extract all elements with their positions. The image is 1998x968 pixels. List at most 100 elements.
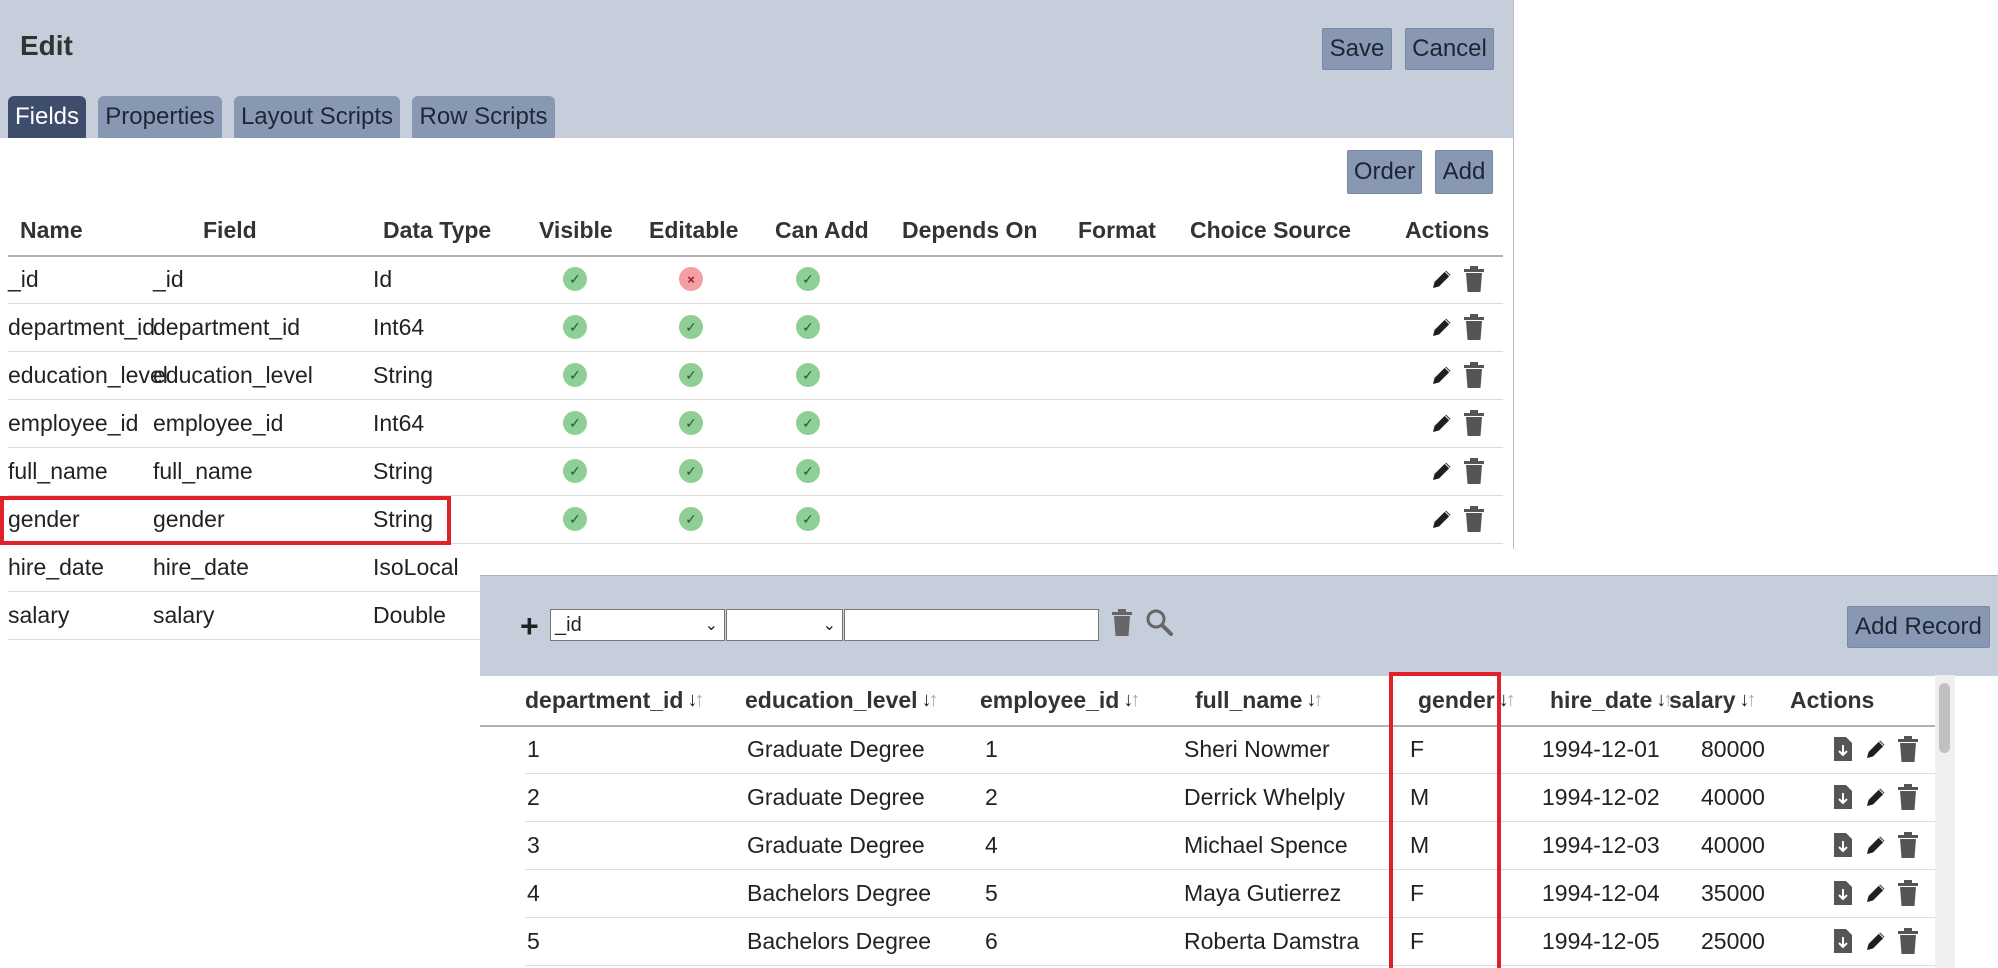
download-icon[interactable] <box>1833 869 1853 917</box>
salary-cell: 25000 <box>1701 927 1765 954</box>
pencil-icon[interactable] <box>1864 869 1888 917</box>
pencil-icon[interactable] <box>1430 399 1454 447</box>
add-record-button[interactable]: Add Record <box>1847 606 1990 648</box>
column-header-label: full_name <box>1195 686 1303 713</box>
trash-icon[interactable] <box>1897 773 1919 821</box>
save-button[interactable]: Save <box>1322 28 1392 70</box>
tab-fields[interactable]: Fields <box>8 96 86 138</box>
field-row[interactable]: department_id department_id Int64 ✓ ✓ ✓ <box>8 303 1503 352</box>
check-circle-icon: ✓ <box>563 411 587 435</box>
record-row[interactable]: 5 Bachelors Degree 6 Roberta Damstra F 1994-1… <box>525 917 1935 966</box>
field-name-cell: salary <box>8 601 70 628</box>
filter-field-select[interactable]: _id ⌄ <box>550 609 725 641</box>
education-level-cell: Graduate Degree <box>747 783 925 810</box>
trash-icon[interactable] <box>1463 495 1485 543</box>
search-icon[interactable] <box>1145 608 1173 636</box>
column-header-label: employee_id <box>980 686 1120 713</box>
tab-properties[interactable]: Properties <box>98 96 222 138</box>
trash-icon[interactable] <box>1463 447 1485 495</box>
column-header-department-id[interactable]: department_id ↓↑ <box>525 675 704 725</box>
sort-arrows-icon[interactable]: ↓↑ <box>1123 689 1140 712</box>
order-button[interactable]: Order <box>1347 150 1422 194</box>
field-row[interactable]: education_level education_level String ✓ ✓ ✓ <box>8 351 1503 400</box>
sort-arrows-icon[interactable]: ↓↑ <box>687 689 704 712</box>
filter-operator-select[interactable]: ⌄ <box>726 609 843 641</box>
add-field-button[interactable]: Add <box>1435 150 1493 194</box>
column-header-salary[interactable]: salary ↓↑ <box>1669 675 1757 725</box>
record-row[interactable]: 3 Graduate Degree 4 Michael Spence M 1994-12-… <box>525 821 1935 870</box>
trash-icon[interactable] <box>1897 821 1919 869</box>
add-filter-icon[interactable]: + <box>520 608 539 645</box>
field-visible-cell: ✓ <box>563 255 587 303</box>
field-row[interactable]: _id _id Id ✓ × ✓ <box>8 255 1503 304</box>
check-circle-icon: ✓ <box>679 411 703 435</box>
download-icon[interactable] <box>1833 725 1853 773</box>
field-visible-cell: ✓ <box>563 303 587 351</box>
vertical-scrollbar[interactable] <box>1935 675 1955 968</box>
trash-icon[interactable] <box>1897 725 1919 773</box>
trash-icon[interactable] <box>1463 303 1485 351</box>
field-editable-cell: ✓ <box>679 447 703 495</box>
column-header-full-name[interactable]: full_name ↓↑ <box>1195 675 1323 725</box>
trash-icon[interactable] <box>1897 869 1919 917</box>
field-row[interactable]: employee_id employee_id Int64 ✓ ✓ ✓ <box>8 399 1503 448</box>
tab-layout-scripts[interactable]: Layout Scripts <box>234 96 400 138</box>
pencil-icon[interactable] <box>1864 917 1888 965</box>
pencil-icon[interactable] <box>1430 255 1454 303</box>
column-header-employee-id[interactable]: employee_id ↓↑ <box>980 675 1140 725</box>
trash-icon[interactable] <box>1111 609 1133 637</box>
field-editor-panel: Edit Save Cancel Fields Properties Layou… <box>0 0 1514 640</box>
field-field-cell: employee_id <box>153 409 284 436</box>
check-circle-icon: ✓ <box>796 507 820 531</box>
department-id-cell: 1 <box>527 735 540 762</box>
check-circle-icon: ✓ <box>679 315 703 339</box>
field-can-add-cell: ✓ <box>796 303 820 351</box>
salary-cell: 35000 <box>1701 879 1765 906</box>
field-name-cell: _id <box>8 265 39 292</box>
fields-table-header: Name Field Data Type Visible Editable Can Add… <box>8 205 1503 257</box>
field-name-cell: employee_id <box>8 409 139 436</box>
sort-arrows-icon[interactable]: ↓↑ <box>922 689 939 712</box>
pencil-icon[interactable] <box>1430 447 1454 495</box>
employee-id-cell: 4 <box>985 831 998 858</box>
sort-arrows-icon[interactable]: ↓↑ <box>1740 689 1757 712</box>
download-icon[interactable] <box>1833 821 1853 869</box>
sort-arrows-icon[interactable]: ↓↑ <box>1306 689 1323 712</box>
field-row[interactable]: full_name full_name String ✓ ✓ ✓ <box>8 447 1503 496</box>
field-editable-cell: × <box>679 255 703 303</box>
editor-title: Edit <box>20 30 73 61</box>
department-id-cell: 2 <box>527 783 540 810</box>
pencil-icon[interactable] <box>1430 303 1454 351</box>
check-circle-icon: ✓ <box>563 459 587 483</box>
pencil-icon[interactable] <box>1864 821 1888 869</box>
record-row[interactable]: 2 Graduate Degree 2 Derrick Whelply M 1994-12… <box>525 773 1935 822</box>
field-visible-cell: ✓ <box>563 495 587 543</box>
column-header-education-level[interactable]: education_level ↓↑ <box>745 675 939 725</box>
trash-icon[interactable] <box>1897 917 1919 965</box>
cancel-button[interactable]: Cancel <box>1405 28 1494 70</box>
pencil-icon[interactable] <box>1430 351 1454 399</box>
filter-value-input[interactable] <box>844 609 1099 641</box>
pencil-icon[interactable] <box>1864 725 1888 773</box>
employee-id-cell: 5 <box>985 879 998 906</box>
column-header-hire-date[interactable]: hire_date ↓↑ <box>1550 675 1673 725</box>
full-name-cell: Sheri Nowmer <box>1184 735 1330 762</box>
check-circle-icon: ✓ <box>563 507 587 531</box>
tab-row-scripts[interactable]: Row Scripts <box>412 96 555 138</box>
trash-icon[interactable] <box>1463 255 1485 303</box>
record-row[interactable]: 1 Graduate Degree 1 Sheri Nowmer F 1994-12-01… <box>525 725 1935 774</box>
download-icon[interactable] <box>1833 917 1853 965</box>
pencil-icon[interactable] <box>1430 495 1454 543</box>
trash-icon[interactable] <box>1463 399 1485 447</box>
scrollbar-thumb[interactable] <box>1939 683 1950 753</box>
trash-icon[interactable] <box>1463 351 1485 399</box>
field-can-add-cell: ✓ <box>796 495 820 543</box>
column-header-depends-on: Depends On <box>902 216 1038 243</box>
panel-divider <box>1513 0 1514 549</box>
check-circle-icon: ✓ <box>796 267 820 291</box>
pencil-icon[interactable] <box>1864 773 1888 821</box>
record-row[interactable]: 4 Bachelors Degree 5 Maya Gutierrez F 1994-12… <box>525 869 1935 918</box>
column-header-visible: Visible <box>539 216 613 243</box>
download-icon[interactable] <box>1833 773 1853 821</box>
check-circle-icon: ✓ <box>679 459 703 483</box>
